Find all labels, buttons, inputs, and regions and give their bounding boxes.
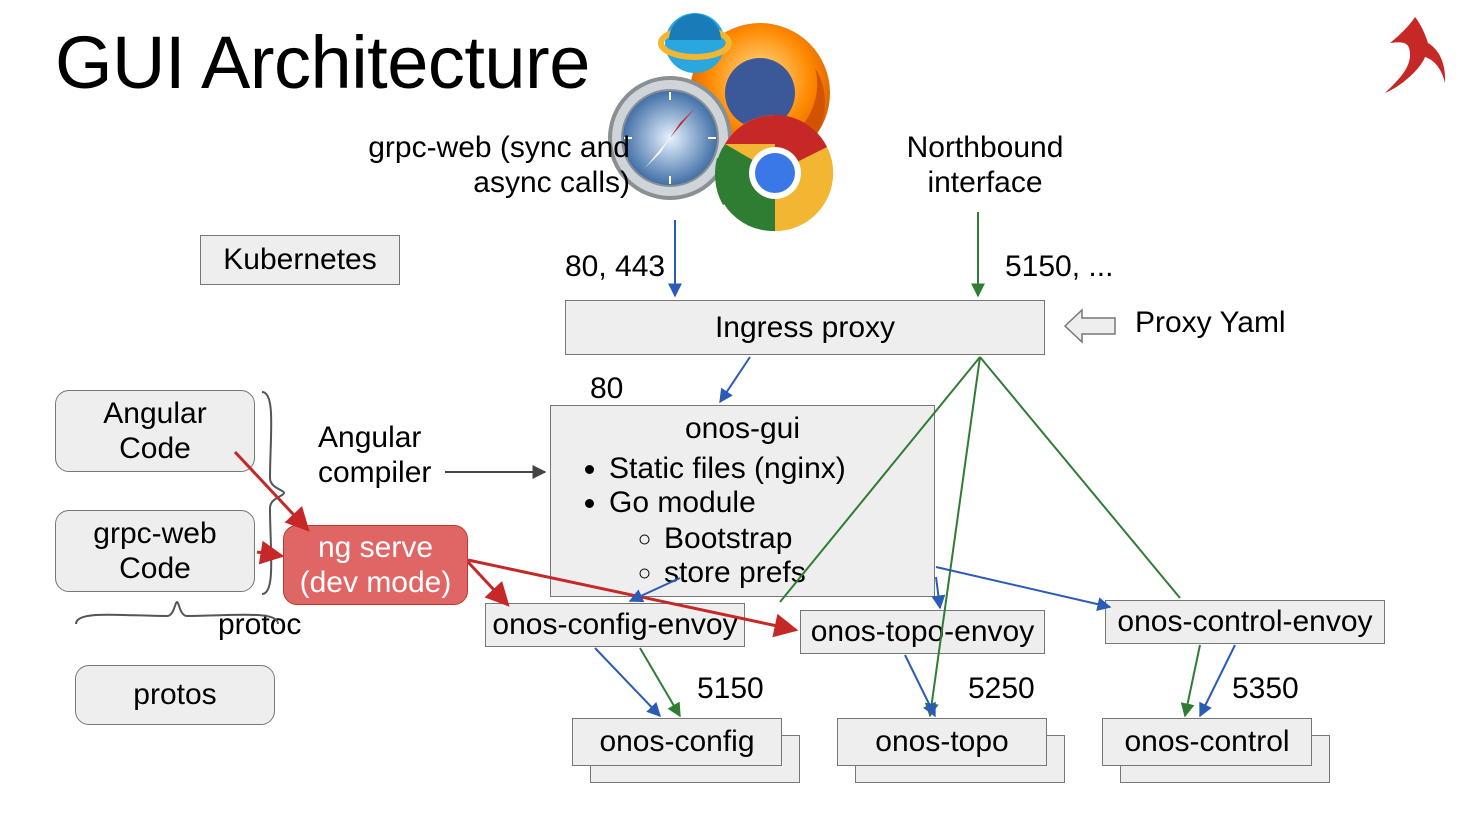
protos-brace-icon bbox=[72, 600, 282, 633]
onos-gui-box: onos-gui Static files (nginx) Go module … bbox=[550, 405, 935, 597]
port-80-label: 80 bbox=[590, 372, 623, 406]
protos-box: protos bbox=[75, 665, 275, 725]
onos-config-box: onos-config bbox=[572, 718, 782, 766]
onos-control-envoy-box: onos-control-envoy bbox=[1105, 600, 1385, 644]
angular-code-box: Angular Code bbox=[55, 390, 255, 472]
northbound-label: Northbound interface bbox=[895, 130, 1075, 201]
port-5250-svc-label: 5250 bbox=[968, 672, 1035, 706]
code-brace-icon bbox=[258, 388, 288, 603]
onos-control-box: onos-control bbox=[1102, 718, 1312, 766]
ng-serve-box: ng serve (dev mode) bbox=[283, 525, 468, 605]
ingress-proxy-box: Ingress proxy bbox=[565, 300, 1045, 355]
gui-sub-prefs: store prefs bbox=[664, 556, 916, 590]
onos-config-envoy-box: onos-config-envoy bbox=[485, 603, 745, 647]
onos-topo-envoy-box: onos-topo-envoy bbox=[800, 610, 1045, 654]
page-title: GUI Architecture bbox=[55, 20, 590, 105]
gui-item-static: Static files (nginx) bbox=[609, 452, 916, 486]
gui-sub-bootstrap: Bootstrap bbox=[664, 522, 916, 556]
port-5150-label: 5150, ... bbox=[1005, 250, 1113, 284]
grpc-web-code-box: grpc-web Code bbox=[55, 510, 255, 592]
onos-gui-title: onos-gui bbox=[569, 412, 916, 446]
grpc-web-label: grpc-web (sync and async calls) bbox=[350, 130, 630, 201]
bird-logo-icon bbox=[1380, 15, 1450, 95]
port-5350-svc-label: 5350 bbox=[1232, 672, 1299, 706]
browser-icons bbox=[585, 8, 865, 238]
port-5150-svc-label: 5150 bbox=[697, 672, 764, 706]
angular-compiler-label: Angular compiler bbox=[318, 420, 458, 491]
gui-item-go: Go module Bootstrap store prefs bbox=[609, 486, 916, 590]
kubernetes-box: Kubernetes bbox=[200, 235, 400, 285]
proxy-yaml-arrow-icon bbox=[1060, 304, 1120, 354]
proxy-yaml-label: Proxy Yaml bbox=[1135, 306, 1286, 340]
port-80-443-label: 80, 443 bbox=[565, 250, 665, 284]
onos-topo-box: onos-topo bbox=[837, 718, 1047, 766]
